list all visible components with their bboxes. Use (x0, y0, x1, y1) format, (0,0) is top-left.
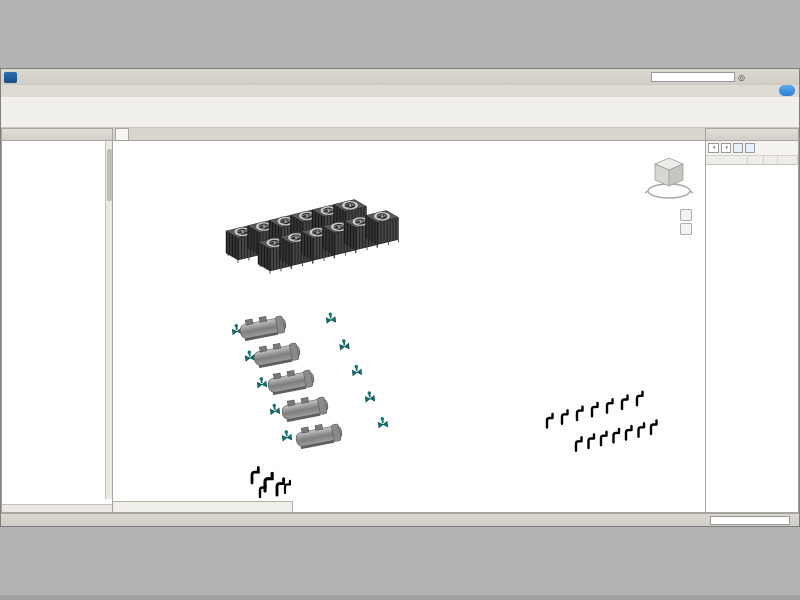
revit-logo-icon[interactable] (4, 72, 17, 83)
user-icon[interactable]: ◎ (738, 73, 745, 82)
bottom-riser-cluster[interactable] (252, 467, 290, 497)
system-browser-toolbar: ▾ ▾ (706, 141, 798, 156)
search-input[interactable] (651, 72, 735, 82)
3d-model-view[interactable] (113, 141, 705, 513)
maximize-button[interactable] (771, 72, 782, 83)
ribbon-promo-button[interactable] (779, 85, 795, 96)
status-bar (1, 513, 799, 526)
system-browser: ▾ ▾ (705, 141, 799, 513)
cyan-pipes[interactable] (201, 287, 657, 495)
system-browser-header[interactable] (705, 128, 799, 141)
titlebar-right: ◎ (651, 72, 796, 83)
project-browser (1, 141, 113, 513)
collapse-all-icon[interactable] (745, 143, 755, 153)
minimize-button[interactable] (757, 72, 768, 83)
project-browser-tree (2, 141, 106, 501)
view-tab-3d[interactable] (115, 128, 129, 140)
discipline-filter-dropdown[interactable]: ▾ (721, 143, 732, 153)
close-button[interactable] (785, 72, 796, 83)
desktop: ◎ (0, 0, 800, 600)
pan-zoom-icon[interactable] (680, 223, 692, 235)
view-tab-bar (113, 128, 705, 141)
expand-all-icon[interactable] (733, 143, 743, 153)
view-control-bar (113, 501, 293, 512)
ribbon (1, 97, 799, 128)
ribbon-tab-bar (1, 85, 799, 97)
bottom-edge (0, 595, 800, 600)
chiller-units[interactable] (238, 313, 343, 450)
cooling-towers[interactable] (226, 184, 399, 275)
navigation-bar (680, 209, 693, 235)
drawing-area[interactable] (113, 141, 705, 513)
title-bar: ◎ (1, 69, 799, 85)
blue-main-pipe[interactable] (421, 272, 643, 449)
green-pipes[interactable] (119, 218, 374, 490)
steering-wheel-icon[interactable] (680, 209, 692, 221)
system-browser-columns (706, 156, 798, 165)
view-cube[interactable] (645, 151, 695, 203)
system-filter-dropdown[interactable]: ▾ (708, 143, 719, 153)
project-browser-hscrollbar[interactable] (2, 504, 113, 512)
project-browser-vscrollbar[interactable] (105, 141, 112, 499)
design-option-dropdown[interactable] (710, 516, 790, 525)
project-browser-header[interactable] (1, 128, 113, 141)
revit-window: ◎ (0, 68, 800, 527)
